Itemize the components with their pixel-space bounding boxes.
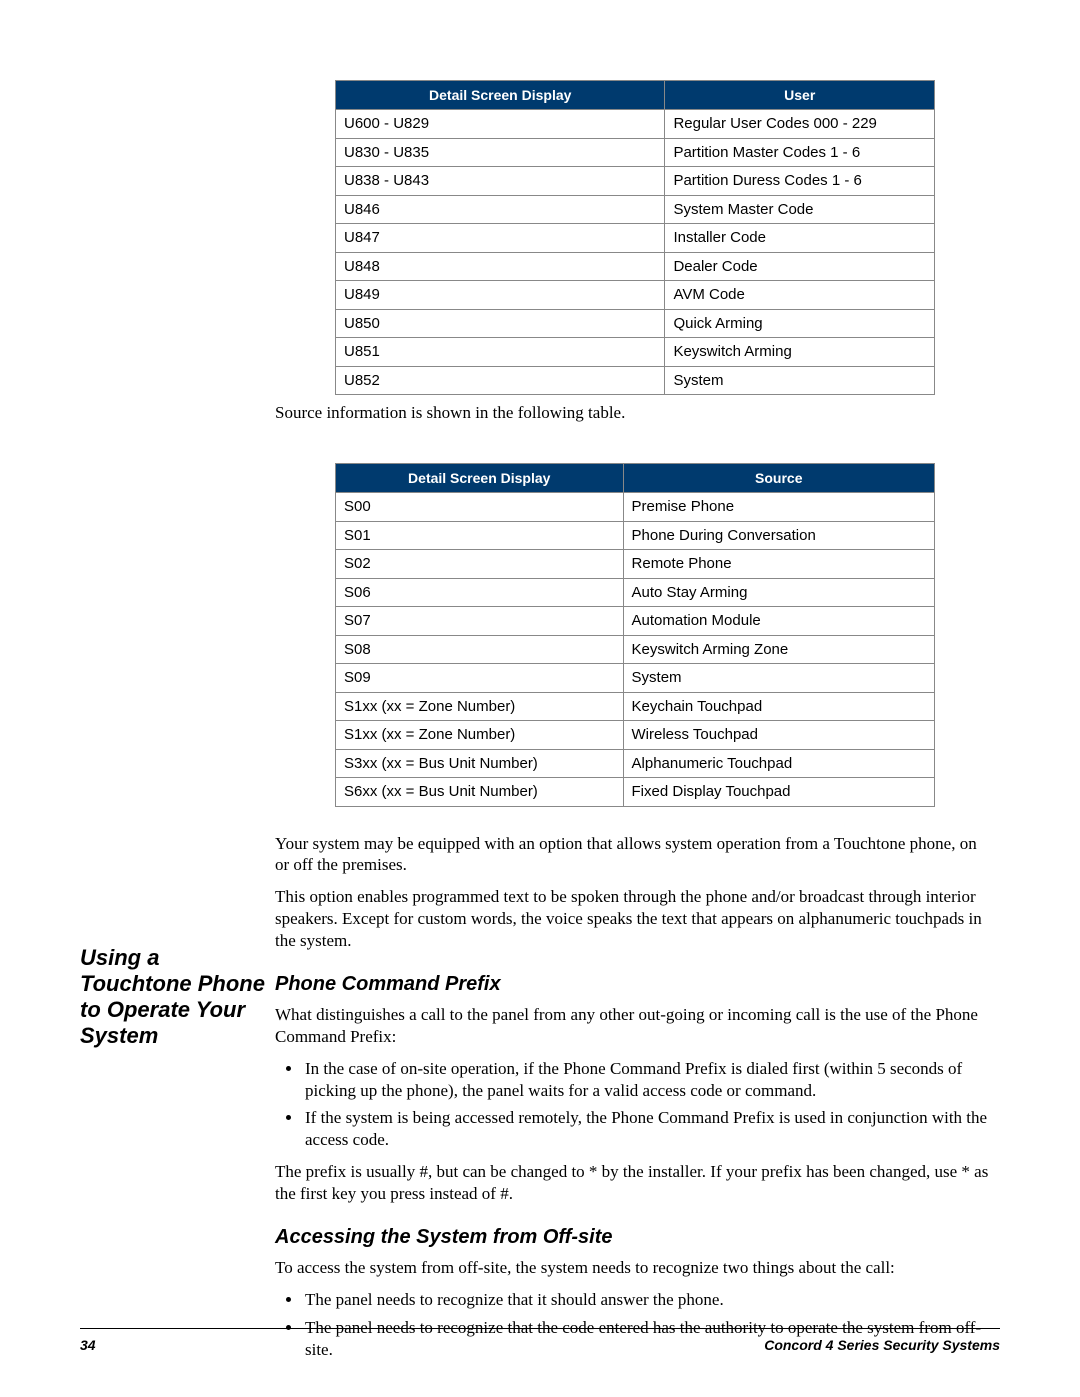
table-row: U847Installer Code: [336, 224, 935, 253]
user-table-h2: User: [665, 81, 935, 110]
section-heading: Using a Touchtone Phone to Operate Your …: [80, 945, 265, 1049]
user-table: Detail Screen Display User U600 - U829Re…: [335, 80, 935, 395]
page-number: 34: [80, 1337, 96, 1353]
table-row: S08Keyswitch Arming Zone: [336, 635, 935, 664]
list-item: In the case of on-site operation, if the…: [303, 1058, 995, 1102]
body-text: Your system may be equipped with an opti…: [275, 833, 995, 877]
table-row: S1xx (xx = Zone Number)Wireless Touchpad: [336, 721, 935, 750]
table-row: S07Automation Module: [336, 607, 935, 636]
table-row: S3xx (xx = Bus Unit Number)Alphanumeric …: [336, 749, 935, 778]
table-row: U849AVM Code: [336, 281, 935, 310]
list-item: The panel needs to recognize that it sho…: [303, 1289, 995, 1311]
table-row: U830 - U835Partition Master Codes 1 - 6: [336, 138, 935, 167]
table-row: U846System Master Code: [336, 195, 935, 224]
table-row: U852System: [336, 366, 935, 395]
table-row: U850Quick Arming: [336, 309, 935, 338]
list-item: If the system is being accessed remotely…: [303, 1107, 995, 1151]
table-row: U838 - U843Partition Duress Codes 1 - 6: [336, 167, 935, 196]
body-text: This option enables programmed text to b…: [275, 886, 995, 951]
table-row: U600 - U829Regular User Codes 000 - 229: [336, 110, 935, 139]
table-row: U848Dealer Code: [336, 252, 935, 281]
table-row: S00Premise Phone: [336, 493, 935, 522]
subheading-accessing-offsite: Accessing the System from Off-site: [275, 1226, 995, 1249]
table-row: S01Phone During Conversation: [336, 521, 935, 550]
table-row: S06Auto Stay Arming: [336, 578, 935, 607]
table-row: U851Keyswitch Arming: [336, 338, 935, 367]
footer-rule: [80, 1328, 1000, 1329]
source-table: Detail Screen Display Source S00Premise …: [335, 463, 935, 807]
source-table-h2: Source: [623, 464, 934, 493]
table-row: S02Remote Phone: [336, 550, 935, 579]
user-table-h1: Detail Screen Display: [336, 81, 665, 110]
table-row: S6xx (xx = Bus Unit Number)Fixed Display…: [336, 778, 935, 807]
body-text: To access the system from off-site, the …: [275, 1257, 995, 1279]
bullet-list: In the case of on-site operation, if the…: [275, 1058, 995, 1151]
body-text: What distinguishes a call to the panel f…: [275, 1004, 995, 1048]
table-row: S09System: [336, 664, 935, 693]
source-table-h1: Detail Screen Display: [336, 464, 624, 493]
body-text: The prefix is usually #, but can be chan…: [275, 1161, 995, 1205]
table-row: S1xx (xx = Zone Number)Keychain Touchpad: [336, 692, 935, 721]
table-caption: Source information is shown in the follo…: [275, 403, 995, 423]
subheading-phone-command-prefix: Phone Command Prefix: [275, 973, 995, 996]
footer-text: Concord 4 Series Security Systems: [764, 1337, 1000, 1353]
